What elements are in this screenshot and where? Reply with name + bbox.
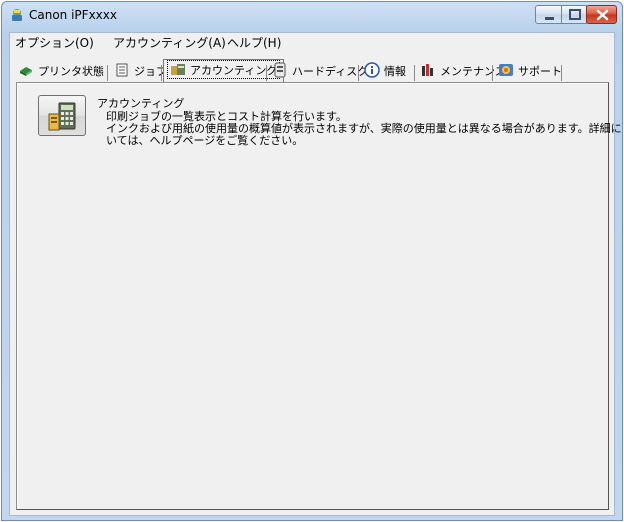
maximize-button[interactable] <box>561 5 587 24</box>
tab-hard-disk[interactable]: ハードディスク <box>272 62 368 82</box>
close-icon <box>596 9 609 21</box>
tab-label: ハードディスク <box>292 65 369 78</box>
menu-bar: オプション(O) アカウンティング(A) ヘルプ(H) <box>10 33 614 52</box>
accounting-panel: アカウンティング 印刷ジョブの一覧表示とコスト計算を行います。 インクおよび用紙… <box>16 82 622 510</box>
accounting-icon <box>171 64 185 75</box>
accounting-description: 印刷ジョブの一覧表示とコスト計算を行います。 インクおよび用紙の使用量の概算値が… <box>106 111 622 147</box>
close-button[interactable] <box>586 5 617 24</box>
tab-separator <box>107 65 108 81</box>
tab-support[interactable]: サポート <box>498 62 562 82</box>
tab-separator <box>266 65 267 81</box>
tab-info[interactable]: 情報 <box>364 62 406 82</box>
tab-printer-status[interactable]: プリンタ状態 <box>18 62 104 82</box>
tab-jobs[interactable]: ジョブ <box>114 62 167 82</box>
tab-focus: アカウンティング <box>167 60 281 79</box>
hard-disk-icon <box>274 62 286 78</box>
tab-label: サポート <box>518 65 562 78</box>
menu-help[interactable]: ヘルプ(H) <box>225 35 283 51</box>
tab-separator <box>414 65 415 81</box>
section-title: アカウンティング <box>97 97 185 110</box>
title-bar[interactable]: Canon iPFxxxx <box>2 2 622 30</box>
menu-accounting[interactable]: アカウンティング(A) <box>111 35 228 51</box>
application-window: Canon iPFxxxx オプション(O) アカウンティング(A) ヘルプ(H… <box>1 1 623 521</box>
client-area: オプション(O) アカウンティング(A) ヘルプ(H) プリンタ状態 ジョブ ア… <box>9 32 622 516</box>
accounting-calculator-icon <box>48 102 76 131</box>
tab-separator <box>358 65 359 81</box>
tab-label: プリンタ状態 <box>38 65 104 78</box>
maximize-icon <box>569 9 581 20</box>
tab-label: 情報 <box>384 65 406 78</box>
tab-separator <box>161 65 162 81</box>
tab-label: アカウンティング <box>190 64 278 77</box>
info-icon <box>364 62 380 78</box>
menu-options[interactable]: オプション(O) <box>13 35 96 51</box>
tab-strip: プリンタ状態 ジョブ アカウンティング ハードディスク 情報 メンテナンス サポ… <box>10 57 614 85</box>
app-icon <box>12 9 22 21</box>
printer-icon <box>20 67 32 76</box>
description-line: いては、ヘルプページをご覧ください。 <box>106 134 304 147</box>
accounting-button[interactable] <box>38 95 86 136</box>
maintenance-icon <box>422 64 433 76</box>
tab-separator <box>492 65 493 81</box>
tab-separator <box>561 65 562 81</box>
tab-label: メンテナンス <box>440 65 506 78</box>
minimize-icon <box>545 17 554 20</box>
minimize-button[interactable] <box>535 5 562 24</box>
support-icon <box>499 64 513 76</box>
window-title: Canon iPFxxxx <box>29 8 117 22</box>
job-list-icon <box>116 63 128 77</box>
